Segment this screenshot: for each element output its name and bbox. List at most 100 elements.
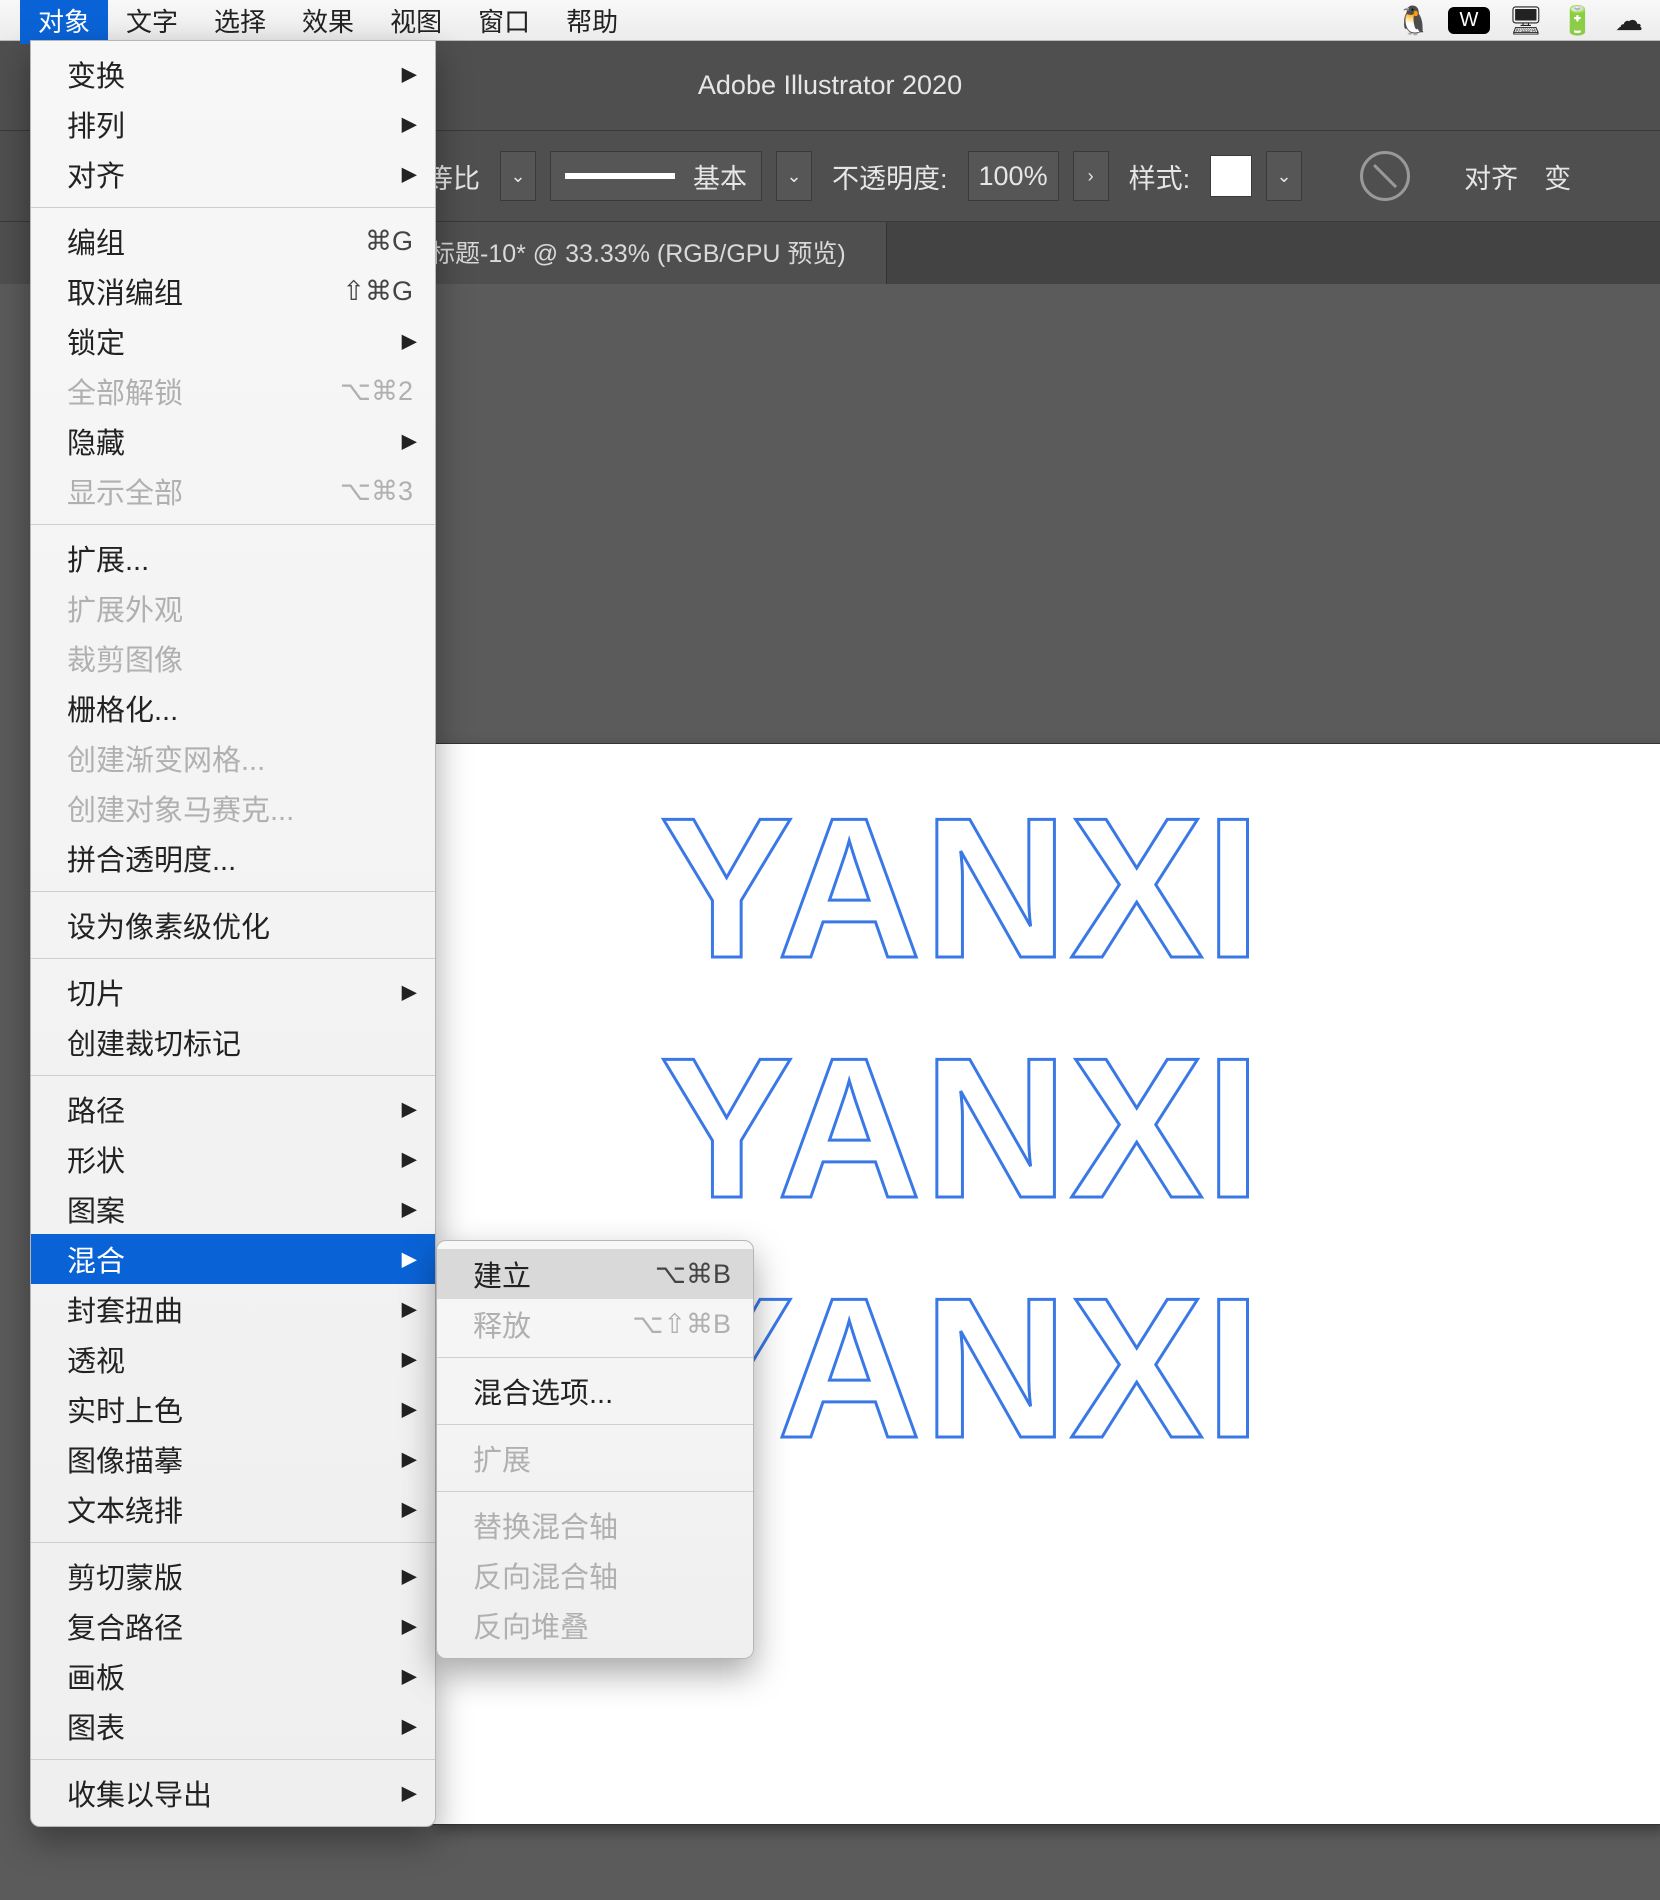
menu-item-label: 混合	[67, 1238, 125, 1280]
menu-item-label: 创建对象马赛克...	[67, 787, 294, 829]
submenu-item-label: 混合选项...	[473, 1370, 613, 1412]
menu-item-label: 锁定	[67, 320, 125, 362]
menu-item-shortcut: ⌘G	[365, 226, 413, 257]
style-dropdown[interactable]: ⌄	[1266, 151, 1302, 201]
menu-item-label: 形状	[67, 1138, 125, 1180]
menu-item[interactable]: 图像描摹	[31, 1434, 435, 1484]
menu-item[interactable]: 透视	[31, 1334, 435, 1384]
submenu-item-label: 扩展	[473, 1437, 531, 1479]
menubar-item-text[interactable]: 文字	[108, 0, 196, 44]
menu-item-label: 画板	[67, 1655, 125, 1697]
submenu-item-label: 反向混合轴	[473, 1554, 618, 1596]
menu-item-label: 全部解锁	[67, 370, 183, 412]
menu-item-label: 路径	[67, 1088, 125, 1130]
wps-icon[interactable]: W	[1448, 7, 1490, 34]
style-swatch[interactable]	[1210, 155, 1252, 197]
menu-separator	[437, 1424, 753, 1425]
submenu-item[interactable]: 混合选项...	[437, 1366, 753, 1416]
scale-dropdown[interactable]: ⌄	[500, 151, 536, 201]
menu-item[interactable]: 画板	[31, 1651, 435, 1701]
menu-item-label: 扩展...	[67, 537, 149, 579]
menubar-label: 对象	[38, 2, 90, 39]
menubar-item-effect[interactable]: 效果	[284, 0, 372, 44]
artwork-text-row[interactable]: YANXI	[660, 774, 1263, 1004]
menu-item[interactable]: 复合路径	[31, 1601, 435, 1651]
menubar-item-help[interactable]: 帮助	[548, 0, 636, 44]
menu-item[interactable]: 收集以导出	[31, 1768, 435, 1818]
menubar-label: 选择	[214, 2, 266, 39]
align-label[interactable]: 对齐	[1458, 157, 1524, 196]
menu-item-label: 图案	[67, 1188, 125, 1230]
menu-item-label: 对齐	[67, 153, 125, 195]
stroke-style-dropdown[interactable]: 基本	[550, 151, 762, 201]
submenu-item-shortcut: ⌥⇧⌘B	[632, 1309, 731, 1340]
opacity-stepper[interactable]: ›	[1073, 151, 1109, 201]
menubar-item-view[interactable]: 视图	[372, 0, 460, 44]
menu-item-label: 封套扭曲	[67, 1288, 183, 1330]
menubar-tray: 🐧 W 🖥 🔋 ☁	[1396, 4, 1660, 37]
opacity-value[interactable]: 100%	[968, 151, 1059, 201]
menu-item[interactable]: 栅格化...	[31, 683, 435, 733]
menu-item-label: 扩展外观	[67, 587, 183, 629]
submenu-item-label: 释放	[473, 1303, 531, 1345]
menu-item-label: 设为像素级优化	[67, 904, 270, 946]
menubar-label: 视图	[390, 2, 442, 39]
menu-item[interactable]: 形状	[31, 1134, 435, 1184]
menu-separator	[31, 1759, 435, 1760]
menu-item-label: 显示全部	[67, 470, 183, 512]
menu-item: 创建渐变网格...	[31, 733, 435, 783]
screen-icon[interactable]: 🖥	[1508, 4, 1542, 37]
menu-item-shortcut: ⌥⌘3	[340, 476, 413, 507]
menu-item[interactable]: 混合	[31, 1234, 435, 1284]
menu-item: 显示全部 ⌥⌘3	[31, 466, 435, 516]
menu-item-label: 变换	[67, 53, 125, 95]
menu-item-label: 复合路径	[67, 1605, 183, 1647]
menu-item-label: 图表	[67, 1705, 125, 1747]
menu-item[interactable]: 路径	[31, 1084, 435, 1134]
menu-item[interactable]: 变换	[31, 49, 435, 99]
submenu-item[interactable]: 建立⌥⌘B	[437, 1249, 753, 1299]
stroke-dropdown-chevron[interactable]: ⌄	[776, 151, 812, 201]
style-label: 样式:	[1123, 157, 1197, 196]
menu-separator	[31, 891, 435, 892]
menu-item[interactable]: 对齐	[31, 149, 435, 199]
menu-item[interactable]: 剪切蒙版	[31, 1551, 435, 1601]
menubar-label: 窗口	[478, 2, 530, 39]
submenu-item: 反向堆叠	[437, 1600, 753, 1650]
menu-item[interactable]: 文本绕排	[31, 1484, 435, 1534]
battery-icon[interactable]: 🔋	[1560, 4, 1594, 37]
menu-item[interactable]: 封套扭曲	[31, 1284, 435, 1334]
menu-item-label: 图像描摹	[67, 1438, 183, 1480]
menu-item[interactable]: 锁定	[31, 316, 435, 366]
qq-icon[interactable]: 🐧	[1396, 4, 1430, 37]
creative-cloud-icon[interactable]: ☁	[1612, 4, 1646, 37]
menu-item[interactable]: 扩展...	[31, 533, 435, 583]
menu-item[interactable]: 实时上色	[31, 1384, 435, 1434]
menubar-item-select[interactable]: 选择	[196, 0, 284, 44]
artwork-text-row[interactable]: YANXI	[660, 1014, 1263, 1244]
stroke-label: 基本	[693, 157, 747, 196]
macos-menubar: 对象 文字 选择 效果 视图 窗口 帮助 🐧 W 🖥 🔋 ☁	[0, 0, 1660, 41]
recolor-artwork-icon[interactable]	[1360, 151, 1410, 201]
menu-item[interactable]: 拼合透明度...	[31, 833, 435, 883]
stroke-sample-icon	[565, 173, 675, 179]
menu-item-label: 创建裁切标记	[67, 1021, 241, 1063]
menu-item[interactable]: 编组⌘G	[31, 216, 435, 266]
menu-item-label: 透视	[67, 1338, 125, 1380]
menu-separator	[31, 524, 435, 525]
submenu-item-label: 建立	[473, 1253, 531, 1295]
menu-item[interactable]: 切片	[31, 967, 435, 1017]
extra-truncated-label: 变	[1538, 157, 1577, 196]
menu-item[interactable]: 设为像素级优化	[31, 900, 435, 950]
menu-separator	[437, 1491, 753, 1492]
menu-item-label: 切片	[67, 971, 125, 1013]
menu-item[interactable]: 取消编组⇧⌘G	[31, 266, 435, 316]
menu-item[interactable]: 图案	[31, 1184, 435, 1234]
menu-item[interactable]: 创建裁切标记	[31, 1017, 435, 1067]
menu-item[interactable]: 排列	[31, 99, 435, 149]
menubar-item-object[interactable]: 对象	[20, 0, 108, 44]
menu-item[interactable]: 隐藏	[31, 416, 435, 466]
submenu-item-label: 反向堆叠	[473, 1604, 589, 1646]
menu-item[interactable]: 图表	[31, 1701, 435, 1751]
menubar-item-window[interactable]: 窗口	[460, 0, 548, 44]
